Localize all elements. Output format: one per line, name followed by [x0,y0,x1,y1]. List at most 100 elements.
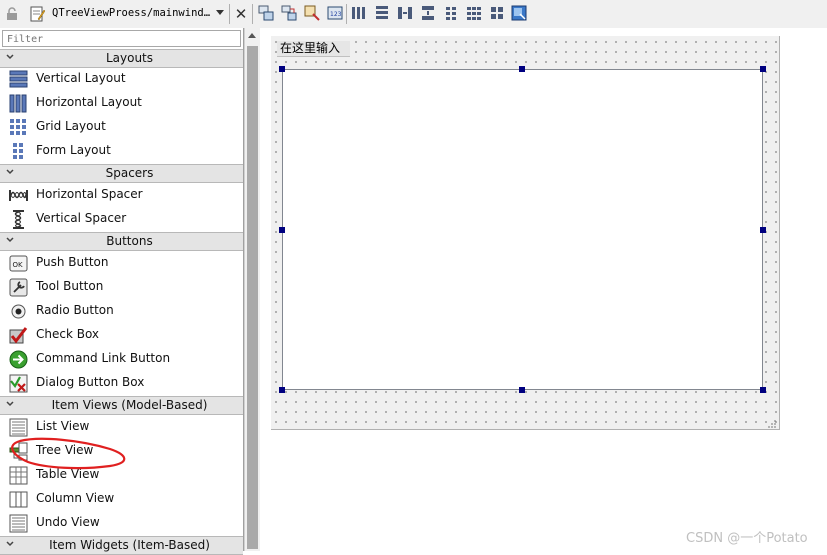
resize-handle-left[interactable] [279,227,285,233]
chevron-down-icon[interactable] [6,235,14,245]
widget-item-label: Undo View [36,515,100,529]
resize-handle-top-right[interactable] [760,66,766,72]
check-box-icon [9,327,28,344]
scrollbar-thumb[interactable] [247,46,258,549]
scroll-up-arrow-icon[interactable] [248,33,256,38]
list-view-icon [9,418,28,437]
file-icon [30,6,45,22]
vertical-spacer-icon [13,210,24,229]
layout-vertical-splitter-icon[interactable] [420,5,436,21]
widget-item-horizontal-spacer[interactable]: Horizontal Spacer [0,183,243,207]
push-button-icon: OK [9,255,28,272]
chevron-down-icon[interactable] [6,52,14,62]
widget-item-tree-view[interactable]: Tree View [0,439,243,463]
widget-item-label: Column View [36,491,115,505]
widget-item-list-view[interactable]: List View [0,415,243,439]
resize-handle-top-left[interactable] [279,66,285,72]
layout-vertical-icon[interactable] [374,5,390,21]
layout-horizontal-icon[interactable] [351,5,367,21]
category-layouts[interactable]: Layouts [0,49,243,68]
tree-view-widget[interactable] [282,69,763,390]
widget-item-undo-view[interactable]: Undo View [0,511,243,535]
category-item-views[interactable]: Item Views (Model-Based) [0,396,243,415]
widget-item-dialog-button-box[interactable]: Dialog Button Box [0,371,243,395]
chevron-down-icon[interactable] [6,399,14,409]
edit-buddies-icon[interactable] [304,5,320,21]
grid-layout-icon [10,119,26,135]
widget-item-tool-button[interactable]: Tool Button [0,275,243,299]
layout-form-icon[interactable] [443,5,459,21]
break-layout-icon[interactable] [489,5,505,21]
resize-handle-bottom[interactable] [519,387,525,393]
chevron-down-icon[interactable] [6,167,14,177]
widget-item-label: Radio Button [36,303,114,317]
widget-item-column-view[interactable]: Column View [0,487,243,511]
widget-item-label: Horizontal Layout [36,95,142,109]
dialog-button-box-icon [9,374,28,393]
widget-item-label: Tool Button [36,279,104,293]
close-icon[interactable]: ✕ [234,6,248,22]
form-layout-icon [13,143,23,159]
widget-box-scrollbar[interactable] [244,28,260,551]
filter-input[interactable] [3,33,237,46]
widget-item-form-layout[interactable]: Form Layout [0,139,243,163]
designer-toolbar: QTreeViewProess/mainwind… ✕ 123 [0,0,827,29]
category-label: Item Views (Model-Based) [51,398,208,412]
chevron-down-icon[interactable] [6,539,14,549]
toolbar-separator [252,4,253,24]
watermark-text: CSDN @一个Potato [686,531,808,546]
vertical-layout-icon [9,70,28,88]
widget-item-label: Table View [36,467,100,481]
edit-tab-order-icon[interactable]: 123 [327,5,343,21]
widget-item-command-link-button[interactable]: Command Link Button [0,347,243,371]
widget-item-label: Vertical Layout [36,71,126,85]
widget-item-label: Check Box [36,327,100,341]
widget-item-push-button[interactable]: OK Push Button [0,251,243,275]
widget-box-panel: Layouts Vertical Layout Horizontal Layou… [0,28,244,555]
widget-item-label: Tree View [36,443,94,457]
resize-handle-right[interactable] [760,227,766,233]
edit-signals-slots-icon[interactable] [281,5,297,21]
widget-item-label: Horizontal Spacer [36,187,143,201]
tool-button-icon [9,278,28,297]
widget-item-table-view[interactable]: Table View [0,463,243,487]
widget-item-check-box[interactable]: Check Box [0,323,243,347]
widget-item-label: Command Link Button [36,351,171,365]
widget-item-vertical-layout[interactable]: Vertical Layout [0,67,243,91]
lock-icon[interactable] [6,7,18,21]
category-label: Layouts [105,51,154,65]
toolbar-separator [229,4,230,24]
resize-handle-bottom-left[interactable] [279,387,285,393]
resize-handle-bottom-right[interactable] [760,387,766,393]
radio-button-icon [11,304,26,319]
category-label: Item Widgets (Item-Based) [49,538,210,552]
category-item-widgets[interactable]: Item Widgets (Item-Based) [0,536,243,555]
layout-grid-icon[interactable] [466,5,482,21]
file-tab-title[interactable]: QTreeViewProess/mainwind… [52,7,212,21]
column-view-icon [9,491,28,508]
filter-field[interactable] [2,30,241,47]
size-grip-icon[interactable] [767,419,777,429]
edit-widgets-icon[interactable] [258,5,274,21]
svg-text:OK: OK [13,261,24,269]
widget-item-grid-layout[interactable]: Grid Layout [0,115,243,139]
layout-horizontal-splitter-icon[interactable] [397,5,413,21]
category-spacers[interactable]: Spacers [0,164,243,183]
toolbar-separator [346,4,347,24]
widget-item-label: Dialog Button Box [36,375,145,389]
widget-item-radio-button[interactable]: Radio Button [0,299,243,323]
widget-item-label: Grid Layout [36,119,106,133]
adjust-size-icon[interactable] [511,5,527,21]
resize-handle-top[interactable] [519,66,525,72]
svg-text:123: 123 [330,11,342,18]
dropdown-arrow-icon[interactable] [216,10,224,15]
widget-item-label: Push Button [36,255,109,269]
horizontal-layout-icon [9,94,27,113]
menu-bar-type-here[interactable]: 在这里输入 [277,41,350,57]
widget-item-vertical-spacer[interactable]: Vertical Spacer [0,207,243,231]
widget-item-label: List View [36,419,90,433]
widget-item-label: Form Layout [36,143,111,157]
widget-item-horizontal-layout[interactable]: Horizontal Layout [0,91,243,115]
horizontal-spacer-icon [9,190,28,201]
category-buttons[interactable]: Buttons [0,232,243,251]
